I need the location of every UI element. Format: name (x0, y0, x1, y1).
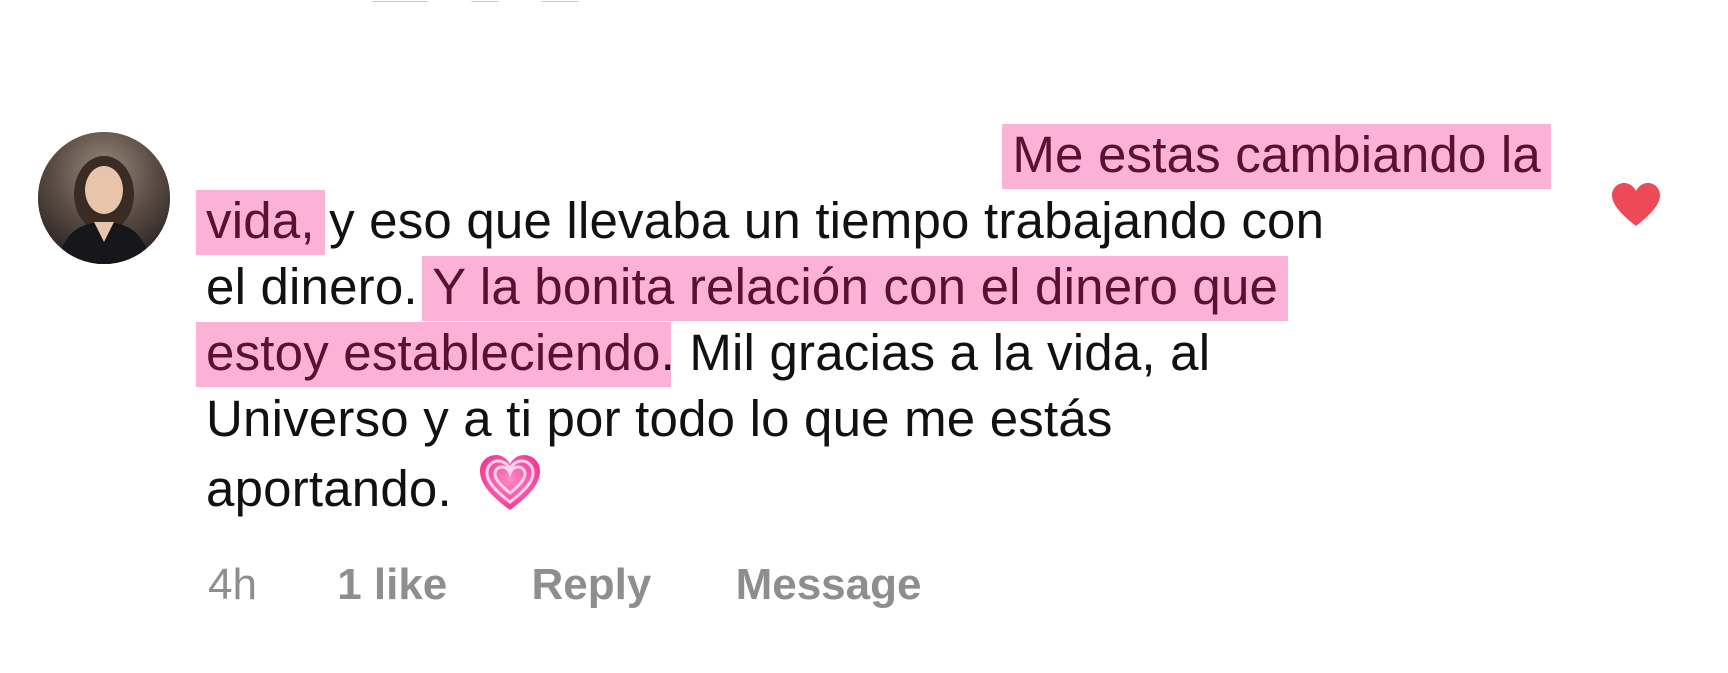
growing-heart-emoji-icon (478, 452, 542, 532)
comment-line: Universo y a ti por todo lo que me estás (206, 386, 1546, 452)
comment-line: Me estas cambiando la (206, 122, 1551, 189)
plain-text: Universo y a ti por todo lo que me estás (206, 390, 1113, 447)
plain-text: aportando. (206, 460, 452, 517)
avatar-photo (38, 132, 170, 264)
highlighted-text: Y la bonita relación con el dinero que (422, 256, 1289, 321)
plain-text: el dinero. (206, 258, 433, 315)
comment-text: Me estas cambiando la vida, y eso que ll… (196, 122, 1551, 518)
highlighted-text: estoy estableciendo (196, 322, 671, 387)
comment-line: estoy estableciendo. Mil gracias a la vi… (196, 320, 1546, 387)
comment-line: vida, y eso que llevaba un tiempo trabaj… (196, 188, 1546, 255)
plain-text: . Mil gracias a la vida, al (660, 324, 1211, 381)
comment-line: el dinero. Y la bonita relación con el d… (206, 254, 1546, 321)
highlighted-text: vida, (196, 190, 325, 255)
comment-actions: 4h 1 like Reply Message (208, 560, 921, 610)
likes-count-link[interactable]: 1 like (337, 560, 447, 610)
liked-heart-icon[interactable] (1610, 182, 1662, 228)
timestamp: 4h (208, 560, 257, 609)
message-button[interactable]: Message (736, 560, 922, 610)
comment: Me estas cambiando la vida, y eso que ll… (0, 0, 1728, 673)
reply-button[interactable]: Reply (532, 560, 652, 610)
comment-line: aportando. (206, 452, 1546, 518)
highlighted-text: Me estas cambiando la (1002, 124, 1551, 189)
avatar[interactable] (38, 132, 170, 264)
plain-text: y eso que llevaba un tiempo trabajando c… (314, 192, 1325, 249)
